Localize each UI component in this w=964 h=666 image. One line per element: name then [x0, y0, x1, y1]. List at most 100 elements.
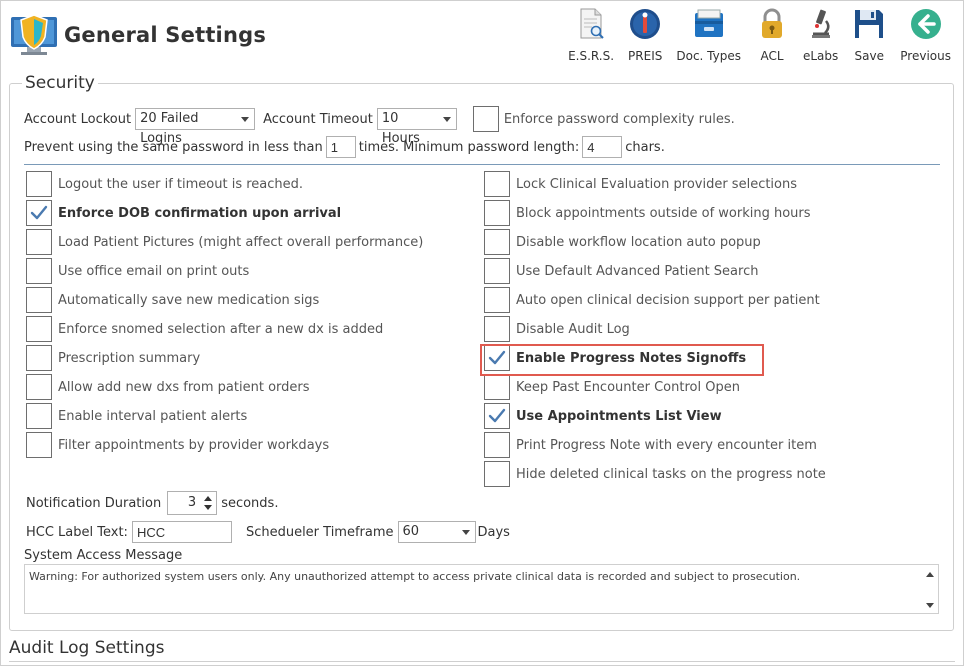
- option-label: Enforce DOB confirmation upon arrival: [58, 205, 342, 221]
- hcc-label: HCC Label Text:: [26, 524, 128, 540]
- option-checkbox[interactable]: [26, 287, 52, 313]
- system-access-label: System Access Message: [24, 548, 183, 563]
- lockout-row: Account Lockout 20 Failed Logins Account…: [24, 106, 735, 146]
- option-checkbox[interactable]: [26, 200, 52, 226]
- option-logout-the-user-if-timeout-is-reached[interactable]: Logout the user if timeout is reached.: [26, 171, 303, 197]
- system-access-message[interactable]: Warning: For authorized system users onl…: [24, 564, 939, 614]
- option-use-office-email-on-print-outs[interactable]: Use office email on print outs: [26, 258, 249, 284]
- option-label: Enable interval patient alerts: [58, 408, 248, 424]
- option-label: Keep Past Encounter Control Open: [516, 379, 740, 395]
- option-checkbox[interactable]: [484, 258, 510, 284]
- preis-button[interactable]: PREIS: [628, 7, 662, 63]
- message-scrollbar[interactable]: [924, 568, 936, 612]
- option-enable-interval-patient-alerts[interactable]: Enable interval patient alerts: [26, 403, 247, 429]
- option-allow-add-new-dxs-from-patient-orders[interactable]: Allow add new dxs from patient orders: [26, 374, 310, 400]
- highlight-annotation: [480, 344, 764, 376]
- option-checkbox[interactable]: [484, 403, 510, 429]
- option-label: Prescription summary: [58, 350, 201, 366]
- previous-label: Previous: [900, 49, 951, 63]
- option-label: Use Default Advanced Patient Search: [516, 263, 759, 279]
- doc-types-button[interactable]: Doc. Types: [676, 7, 741, 63]
- option-checkbox[interactable]: [26, 432, 52, 458]
- option-use-default-advanced-patient-search[interactable]: Use Default Advanced Patient Search: [484, 258, 758, 284]
- back-arrow-icon: [909, 7, 943, 45]
- option-automatically-save-new-medication-sigs[interactable]: Automatically save new medication sigs: [26, 287, 319, 313]
- option-checkbox[interactable]: [484, 432, 510, 458]
- preis-label: PREIS: [628, 49, 663, 63]
- chevron-down-icon: [461, 530, 470, 535]
- option-print-progress-note-with-every-encounter-item[interactable]: Print Progress Note with every encounter…: [484, 432, 817, 458]
- prevent-times-input[interactable]: [325, 136, 356, 158]
- account-timeout-label: Account Timeout: [263, 111, 373, 127]
- notification-row: Notification Duration 3 seconds.: [26, 491, 278, 515]
- previous-button[interactable]: Previous: [900, 7, 951, 63]
- option-checkbox[interactable]: [484, 461, 510, 487]
- times-label: times. Minimum password length:: [358, 139, 580, 155]
- option-disable-workflow-location-auto-popup[interactable]: Disable workflow location auto popup: [484, 229, 761, 255]
- notification-label: Notification Duration: [26, 495, 162, 511]
- option-label: Automatically save new medication sigs: [58, 292, 320, 308]
- save-button[interactable]: Save: [852, 7, 886, 63]
- days-label: Days: [477, 524, 510, 540]
- option-enforce-snomed-selection-after-a-new-dx-is-added[interactable]: Enforce snomed selection after a new dx …: [26, 316, 383, 342]
- notification-spinner[interactable]: 3: [167, 491, 218, 515]
- option-block-appointments-outside-of-working-hours[interactable]: Block appointments outside of working ho…: [484, 200, 811, 226]
- app-logo-icon: [9, 11, 59, 57]
- option-keep-past-encounter-control-open[interactable]: Keep Past Encounter Control Open: [484, 374, 740, 400]
- chevron-down-icon: [442, 117, 451, 122]
- option-checkbox[interactable]: [26, 403, 52, 429]
- elabs-button[interactable]: eLabs: [803, 7, 838, 63]
- timeframe-select[interactable]: 60: [397, 521, 476, 543]
- chars-label: chars.: [625, 139, 665, 155]
- option-prescription-summary[interactable]: Prescription summary: [26, 345, 200, 371]
- option-checkbox[interactable]: [484, 374, 510, 400]
- option-auto-open-clinical-decision-support-per-patient[interactable]: Auto open clinical decision support per …: [484, 287, 820, 313]
- option-checkbox[interactable]: [484, 171, 510, 197]
- option-checkbox[interactable]: [26, 345, 52, 371]
- option-checkbox[interactable]: [484, 316, 510, 342]
- document-search-icon: [574, 7, 608, 45]
- security-title: Security: [22, 73, 98, 93]
- spinner-arrows-icon[interactable]: [203, 495, 213, 511]
- option-disable-audit-log[interactable]: Disable Audit Log: [484, 316, 630, 342]
- account-lockout-select[interactable]: 20 Failed Logins: [135, 108, 256, 146]
- option-lock-clinical-evaluation-provider-selections[interactable]: Lock Clinical Evaluation provider select…: [484, 171, 797, 197]
- enforce-complexity-label: Enforce password complexity rules.: [503, 111, 735, 127]
- option-load-patient-pictures-might-affect-overall-performance[interactable]: Load Patient Pictures (might affect over…: [26, 229, 423, 255]
- option-label: Print Progress Note with every encounter…: [516, 437, 817, 453]
- option-label: Block appointments outside of working ho…: [516, 205, 811, 221]
- option-checkbox[interactable]: [26, 316, 52, 342]
- section-divider: [24, 164, 940, 165]
- system-access-label-row: System Access Message: [24, 548, 182, 563]
- option-checkbox[interactable]: [26, 258, 52, 284]
- option-checkbox[interactable]: [26, 171, 52, 197]
- doc-types-label: Doc. Types: [676, 49, 741, 63]
- option-checkbox[interactable]: [26, 229, 52, 255]
- microscope-icon: [804, 7, 838, 45]
- option-label: Use office email on print outs: [58, 263, 250, 279]
- preis-icon: [628, 7, 662, 45]
- account-timeout-select[interactable]: 10 Hours: [376, 108, 457, 146]
- esrs-button[interactable]: E.S.R.S.: [568, 7, 614, 63]
- option-hide-deleted-clinical-tasks-on-the-progress-note[interactable]: Hide deleted clinical tasks on the progr…: [484, 461, 826, 487]
- file-drawer-icon: [692, 7, 726, 45]
- settings-window: General Settings E.S.R.S. PREIS Doc. Typ…: [0, 0, 964, 666]
- option-checkbox[interactable]: [484, 200, 510, 226]
- timeframe-value: 60: [402, 524, 420, 539]
- option-label: Allow add new dxs from patient orders: [58, 379, 310, 395]
- option-filter-appointments-by-provider-workdays[interactable]: Filter appointments by provider workdays: [26, 432, 329, 458]
- acl-button[interactable]: ACL: [755, 7, 789, 63]
- option-checkbox[interactable]: [484, 287, 510, 313]
- notification-value: 3: [187, 495, 197, 510]
- option-label: Hide deleted clinical tasks on the progr…: [516, 466, 826, 482]
- option-label: Filter appointments by provider workdays: [58, 437, 330, 453]
- option-enforce-dob-confirmation-upon-arrival[interactable]: Enforce DOB confirmation upon arrival: [26, 200, 341, 226]
- min-length-input[interactable]: [582, 136, 623, 158]
- option-use-appointments-list-view[interactable]: Use Appointments List View: [484, 403, 722, 429]
- option-label: Auto open clinical decision support per …: [516, 292, 820, 308]
- option-label: Disable workflow location auto popup: [516, 234, 761, 250]
- enforce-complexity-checkbox[interactable]: [472, 106, 499, 132]
- option-checkbox[interactable]: [26, 374, 52, 400]
- hcc-input[interactable]: [131, 521, 232, 543]
- option-checkbox[interactable]: [484, 229, 510, 255]
